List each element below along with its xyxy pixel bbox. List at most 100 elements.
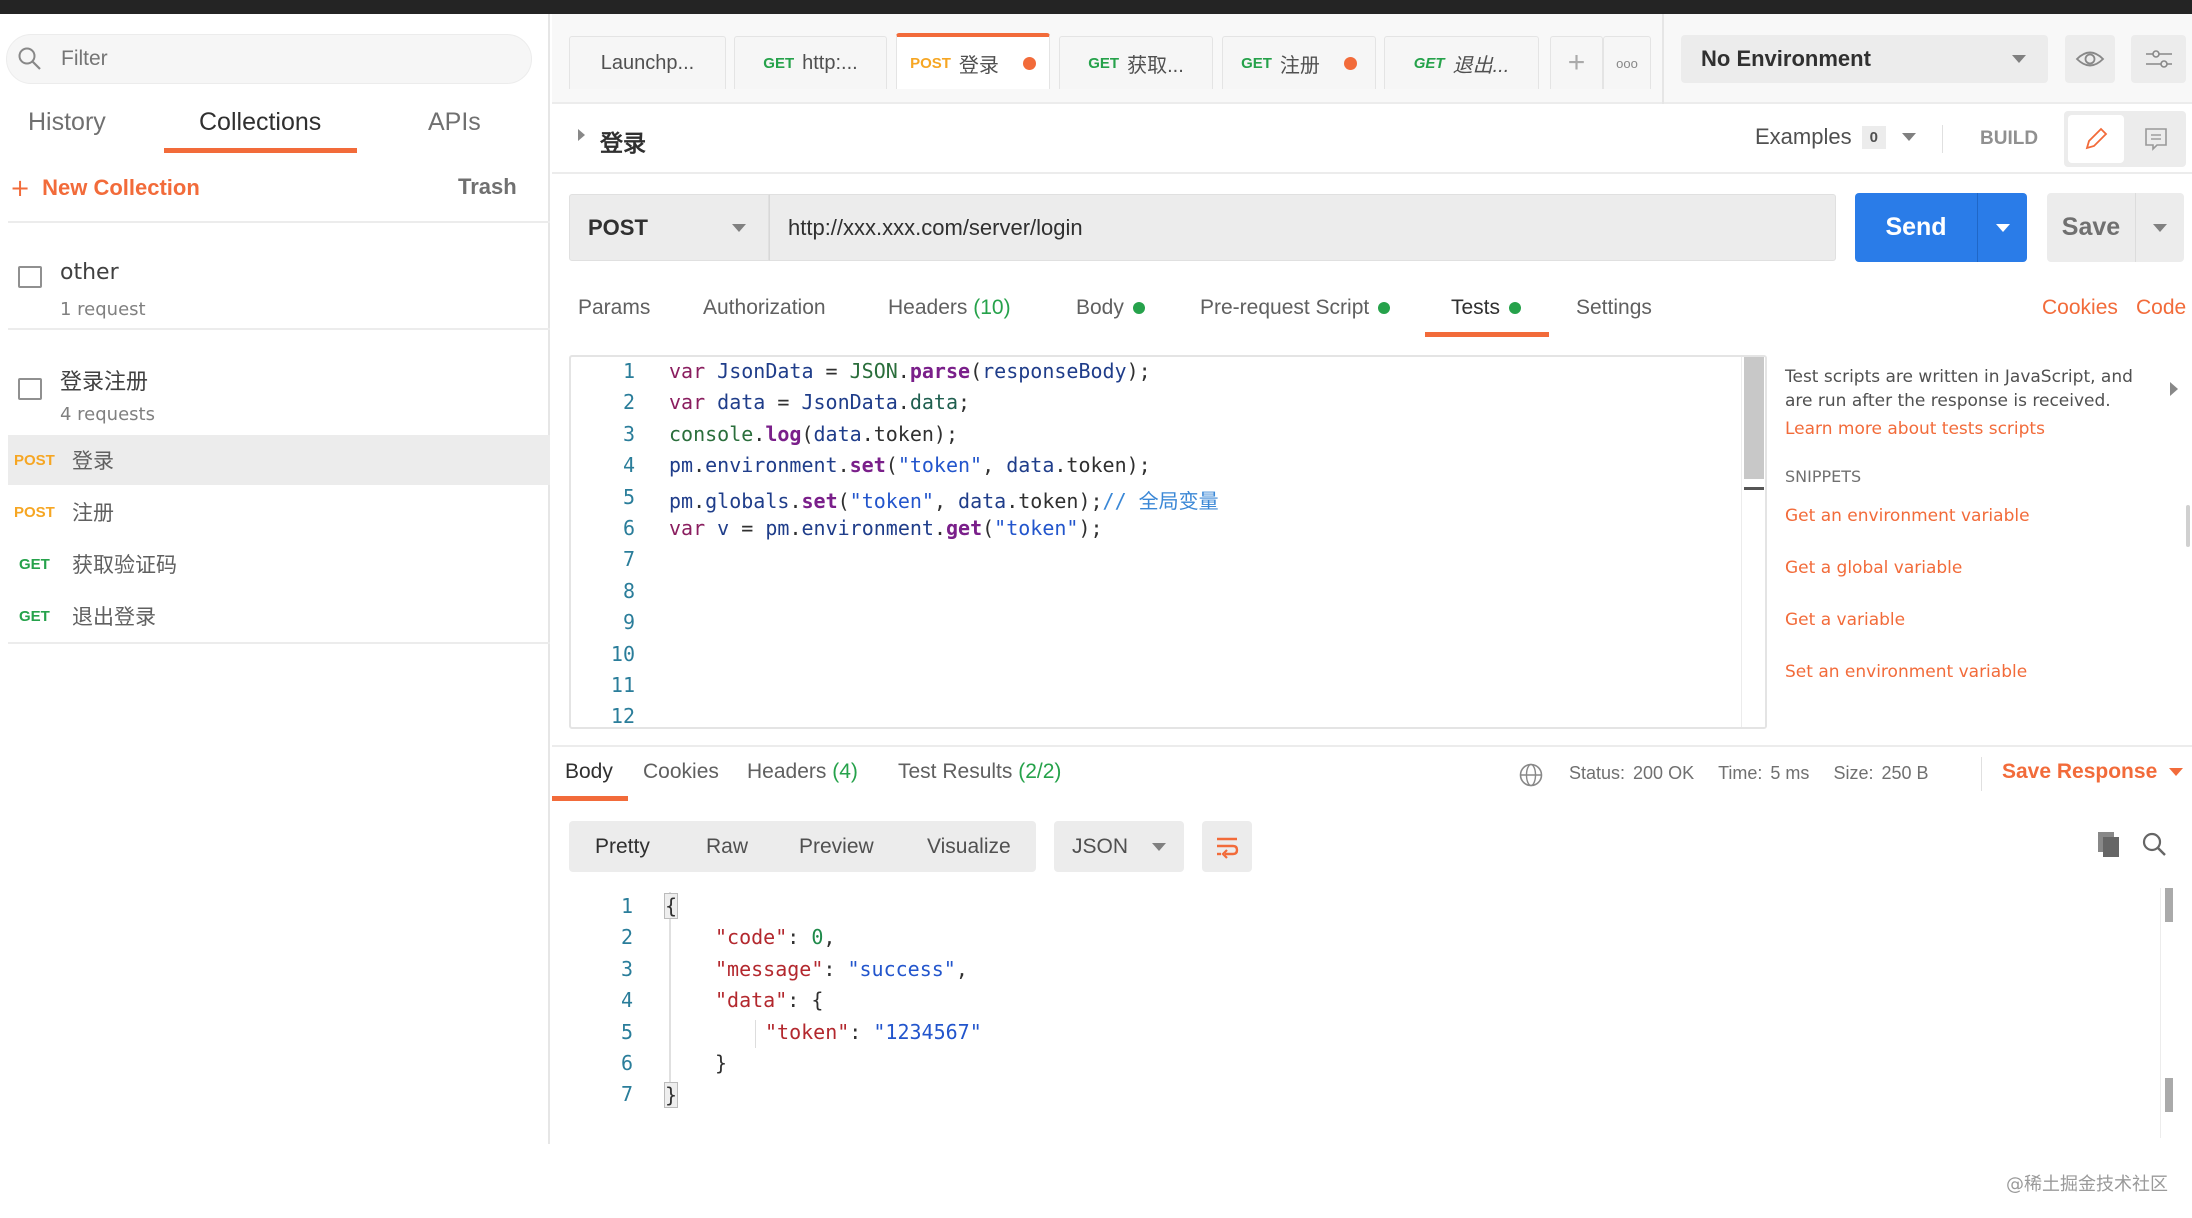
response-scrollbar[interactable] [2160, 888, 2174, 1138]
filter-input[interactable] [61, 47, 481, 71]
collection-login-register[interactable]: 登录注册 4 requests [8, 330, 550, 434]
tests-code-editor[interactable]: 1 2 3 4 5 6 7 8 9 10 11 12 var JsonData = JSON.pars… [569, 355, 1767, 729]
search-icon[interactable] [2140, 830, 2168, 858]
tab-label: Pre-request Script [1200, 296, 1370, 319]
tab-apis[interactable]: APIs [428, 108, 481, 137]
response-tab-cookies[interactable]: Cookies [643, 760, 719, 784]
request-item[interactable]: POST 登录 [8, 435, 550, 485]
help-scrollbar[interactable] [2186, 505, 2190, 547]
headers-count: (10) [973, 296, 1011, 319]
url-input[interactable]: http://xxx.xxx.com/server/login [769, 194, 1836, 261]
wrap-lines-button[interactable] [1202, 821, 1252, 872]
snippet-link[interactable]: Set an environment variable [1785, 662, 2027, 682]
status-dot-icon [1132, 302, 1145, 314]
collection-other[interactable]: other 1 request [8, 224, 550, 328]
response-body-viewer[interactable]: 1 2 3 4 5 6 7 { "code": 0, "message": "success… [569, 890, 2169, 1130]
tab-request[interactable]: GET 退出... [1384, 36, 1539, 89]
request-item[interactable]: GET 获取验证码 [8, 539, 550, 589]
view-visualize[interactable]: Visualize [927, 835, 1011, 859]
indent-guide [669, 892, 671, 1106]
window-title-bar [0, 0, 2192, 14]
response-meta: Status: 200 OK Time: 5 ms Size: 250 B [1569, 763, 1929, 784]
globe-icon[interactable] [1518, 762, 1544, 788]
tab-tests[interactable]: Tests [1451, 296, 1522, 320]
tab-pre-request-script[interactable]: Pre-request Script [1200, 296, 1391, 320]
view-pretty[interactable]: Pretty [595, 835, 650, 859]
active-tab-indicator [1425, 332, 1549, 337]
eye-icon [2075, 51, 2105, 67]
plus-icon: + [10, 174, 31, 202]
comments-button[interactable] [2128, 115, 2184, 163]
copy-icon[interactable] [2096, 830, 2122, 858]
send-button[interactable]: Send [1855, 193, 2027, 262]
editor-scrollbar[interactable] [1741, 357, 1765, 727]
tab-request[interactable]: GET 注册 [1222, 36, 1376, 89]
view-preview[interactable]: Preview [799, 835, 874, 859]
new-tab-button[interactable]: + [1550, 36, 1603, 89]
request-item[interactable]: GET 退出登录 [8, 591, 550, 641]
tab-history[interactable]: History [28, 108, 106, 137]
tab-body[interactable]: Body [1076, 296, 1145, 320]
request-name: 登录 [72, 449, 114, 473]
view-raw[interactable]: Raw [706, 835, 748, 859]
collapse-help-icon[interactable] [2170, 382, 2178, 396]
snippet-link[interactable]: Get a global variable [1785, 558, 1962, 578]
unsaved-dot-icon [1343, 56, 1357, 70]
save-options-button[interactable] [2136, 223, 2184, 232]
snippet-link[interactable]: Get an environment variable [1785, 506, 2030, 526]
status-label: Status: [1569, 763, 1626, 783]
learn-more-link[interactable]: Learn more about tests scripts [1785, 419, 2145, 439]
tab-request[interactable]: GET 获取... [1059, 36, 1213, 89]
scrollbar-thumb[interactable] [2165, 888, 2173, 922]
filter-box[interactable] [6, 34, 532, 84]
sliders-icon [2145, 50, 2172, 68]
more-tabs-button[interactable]: ooo [1603, 36, 1651, 89]
save-button[interactable]: Save [2047, 193, 2184, 262]
method-badge: POST [14, 503, 55, 521]
examples-count: 0 [1861, 125, 1886, 149]
edit-button[interactable] [2068, 115, 2124, 163]
response-tab-headers[interactable]: Headers (4) [747, 760, 858, 784]
environment-select[interactable]: No Environment [1681, 35, 2048, 83]
format-select[interactable]: JSON [1054, 821, 1184, 872]
line-number: 6 [620, 1051, 633, 1075]
environment-quick-look-button[interactable] [2065, 35, 2115, 83]
line-number: 5 [622, 484, 635, 509]
method-select[interactable]: POST [569, 194, 769, 261]
save-response-button[interactable]: Save Response [2002, 760, 2184, 784]
method-badge: GET [19, 607, 50, 625]
tab-headers[interactable]: Headers (10) [888, 296, 1011, 320]
tab-settings[interactable]: Settings [1576, 296, 1652, 320]
method-badge: POST [14, 451, 55, 469]
code-line: pm.globals.set("token", data.token);// 全… [669, 489, 1219, 513]
tab-authorization[interactable]: Authorization [703, 296, 826, 320]
cookies-link[interactable]: Cookies [2042, 296, 2118, 320]
manage-environments-button[interactable] [2131, 35, 2186, 83]
response-tab-test-results[interactable]: Test Results (2/2) [898, 760, 1061, 784]
tab-label: Headers [747, 760, 827, 783]
json-line: "data": { [715, 988, 824, 1012]
tab-label: Launchp... [600, 51, 695, 74]
request-item[interactable]: POST 注册 [8, 487, 550, 537]
method-value: POST [588, 214, 648, 240]
examples-dropdown[interactable]: Examples 0 [1755, 124, 1916, 150]
tab-launchpad[interactable]: Launchp... [569, 36, 726, 89]
json-token-value: "1234567" [873, 1020, 982, 1044]
snippet-link[interactable]: Get a variable [1785, 610, 1905, 630]
scrollbar-thumb[interactable] [1744, 357, 1764, 479]
tab-collections[interactable]: Collections [199, 108, 321, 137]
size-value[interactable]: 250 B [1881, 763, 1928, 784]
time-value[interactable]: 5 ms [1770, 763, 1809, 784]
tab-request[interactable]: GET http:... [734, 36, 887, 89]
expand-icon[interactable] [578, 129, 585, 141]
divider [1981, 757, 1982, 791]
tab-params[interactable]: Params [578, 296, 650, 320]
trash-button[interactable]: Trash [458, 174, 517, 200]
send-options-button[interactable] [1978, 223, 2027, 232]
new-collection-button[interactable]: + New Collection [10, 174, 200, 202]
code-link[interactable]: Code [2136, 296, 2186, 320]
tab-request-active[interactable]: POST 登录 [896, 33, 1050, 89]
status-value[interactable]: 200 OK [1633, 763, 1694, 784]
response-tab-body[interactable]: Body [565, 760, 613, 784]
request-title[interactable]: 登录 [600, 124, 646, 158]
